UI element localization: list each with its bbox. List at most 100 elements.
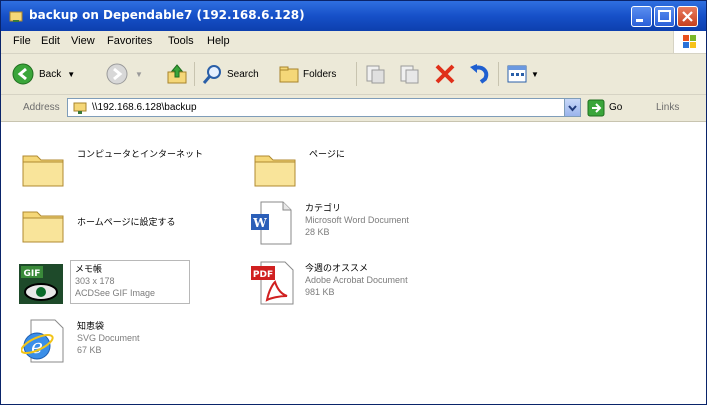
file-item[interactable]: コンピュータとインターネット	[21, 146, 241, 194]
search-label: Search	[227, 68, 259, 80]
explorer-window: backup on Dependable7 (192.168.6.128) Fi…	[0, 0, 707, 405]
delete-button[interactable]	[433, 60, 457, 88]
file-label: ホームページに設定する	[77, 216, 247, 228]
file-type: Microsoft Word Document	[305, 215, 409, 225]
folder-icon	[22, 155, 64, 187]
toolbar-separator	[194, 62, 195, 86]
minimize-button[interactable]	[631, 6, 652, 27]
go-arrow-icon	[587, 99, 605, 116]
windows-flag-icon	[683, 35, 696, 48]
delete-icon	[435, 64, 455, 84]
address-input[interactable]: \\192.168.6.128\backup	[67, 98, 581, 117]
menu-file[interactable]: File	[13, 35, 31, 47]
gif-image-icon: GIF	[19, 264, 63, 304]
file-item[interactable]: W カテゴリ Microsoft Word Document 28 KB	[249, 200, 489, 248]
file-type: SVG Document	[77, 333, 140, 343]
address-dropdown-button[interactable]	[564, 99, 580, 116]
file-name: 今週のオススメ	[305, 263, 369, 273]
move-to-button[interactable]	[363, 60, 387, 88]
menu-edit[interactable]: Edit	[41, 35, 60, 47]
up-folder-icon	[167, 64, 187, 84]
back-dropdown-icon[interactable]: ▼	[67, 70, 75, 79]
file-label: コンピュータとインターネット	[77, 148, 247, 160]
file-item[interactable]: GIF メモ帳 303 x 178 ACDSee GIF Image	[19, 260, 249, 308]
close-icon	[682, 11, 693, 22]
forward-button[interactable]: ▼	[105, 60, 143, 88]
go-button[interactable]: Go	[587, 98, 631, 117]
internet-explorer-icon: e	[21, 319, 64, 363]
forward-dropdown-icon[interactable]: ▼	[135, 70, 143, 79]
menu-favorites[interactable]: Favorites	[107, 35, 152, 47]
window-title: backup on Dependable7 (192.168.6.128)	[29, 8, 305, 22]
folders-label: Folders	[303, 68, 337, 80]
address-label: Address	[23, 102, 60, 113]
maximize-icon	[658, 10, 671, 22]
back-label: Back	[39, 68, 62, 80]
search-icon	[202, 65, 221, 84]
undo-button[interactable]	[467, 60, 491, 88]
address-bar: Address \\192.168.6.128\backup Go Links	[1, 95, 706, 122]
svg-text:GIF: GIF	[24, 269, 41, 279]
file-item[interactable]: ホームページに設定する	[21, 202, 241, 250]
minimize-icon	[636, 19, 643, 22]
menu-view[interactable]: View	[71, 35, 95, 47]
file-size: 981 KB	[305, 287, 335, 297]
svg-text:PDF: PDF	[253, 270, 273, 280]
views-button[interactable]: ▼	[505, 60, 539, 88]
address-value: \\192.168.6.128\backup	[92, 102, 197, 113]
folders-button[interactable]: Folders	[277, 60, 336, 88]
word-document-icon: W	[251, 201, 292, 245]
file-dimensions: 303 x 178	[75, 276, 115, 286]
file-name: 知恵袋	[77, 321, 105, 331]
up-folder-button[interactable]	[165, 60, 189, 88]
back-button[interactable]: Back ▼	[11, 60, 75, 88]
network-folder-icon	[9, 11, 23, 22]
toolbar-separator	[498, 62, 499, 86]
file-size: 67 KB	[77, 345, 102, 355]
views-icon	[507, 65, 527, 83]
file-item[interactable]: e 知恵袋 SVG Document 67 KB	[21, 318, 241, 366]
file-type: ACDSee GIF Image	[75, 288, 156, 298]
links-toolbar[interactable]: Links	[656, 102, 679, 113]
file-label: 知恵袋 SVG Document 67 KB	[77, 320, 140, 356]
file-name: ページに	[309, 149, 345, 159]
file-item[interactable]: ページに	[253, 146, 473, 194]
folder-icon	[22, 211, 64, 243]
file-label: 今週のオススメ Adobe Acrobat Document 981 KB	[305, 262, 408, 298]
menu-tools[interactable]: Tools	[168, 35, 194, 47]
maximize-button[interactable]	[654, 6, 675, 27]
copy-to-button[interactable]	[397, 60, 421, 88]
pdf-document-icon: PDF	[251, 261, 294, 305]
back-arrow-icon	[12, 63, 34, 85]
file-name: メモ帳	[75, 264, 103, 274]
close-button[interactable]	[677, 6, 698, 27]
file-type: Adobe Acrobat Document	[305, 275, 408, 285]
file-label: ページに	[309, 148, 345, 160]
standard-toolbar: Back ▼ ▼ Search Folders ▼	[1, 54, 706, 95]
undo-icon	[470, 64, 489, 84]
file-list: コンピュータとインターネット ページに ホームページに設定する W カテゴリ M…	[1, 122, 706, 404]
folder-icon	[254, 155, 296, 187]
file-item[interactable]: PDF 今週のオススメ Adobe Acrobat Document 981 K…	[251, 260, 491, 308]
search-button[interactable]: Search	[201, 60, 259, 88]
toolbar-separator	[356, 62, 357, 86]
menu-help[interactable]: Help	[207, 35, 230, 47]
title-bar[interactable]: backup on Dependable7 (192.168.6.128)	[1, 1, 706, 31]
file-name: ホームページに設定する	[77, 217, 176, 227]
file-name: カテゴリ	[305, 203, 342, 213]
file-size: 28 KB	[305, 227, 330, 237]
file-label: カテゴリ Microsoft Word Document 28 KB	[305, 202, 409, 238]
views-dropdown-icon[interactable]: ▼	[531, 70, 539, 79]
folders-icon	[279, 66, 299, 83]
file-label: メモ帳 303 x 178 ACDSee GIF Image	[75, 263, 155, 299]
network-drive-icon	[73, 102, 87, 114]
menu-bar: File Edit View Favorites Tools Help	[1, 31, 706, 54]
move-to-icon	[366, 65, 385, 84]
svg-text:W: W	[252, 216, 267, 230]
chevron-down-icon	[568, 105, 577, 112]
file-name: コンピュータとインターネット	[77, 149, 204, 159]
forward-arrow-icon	[106, 63, 128, 85]
windows-logo	[673, 31, 706, 53]
copy-to-icon	[400, 65, 419, 84]
go-label: Go	[609, 102, 623, 113]
